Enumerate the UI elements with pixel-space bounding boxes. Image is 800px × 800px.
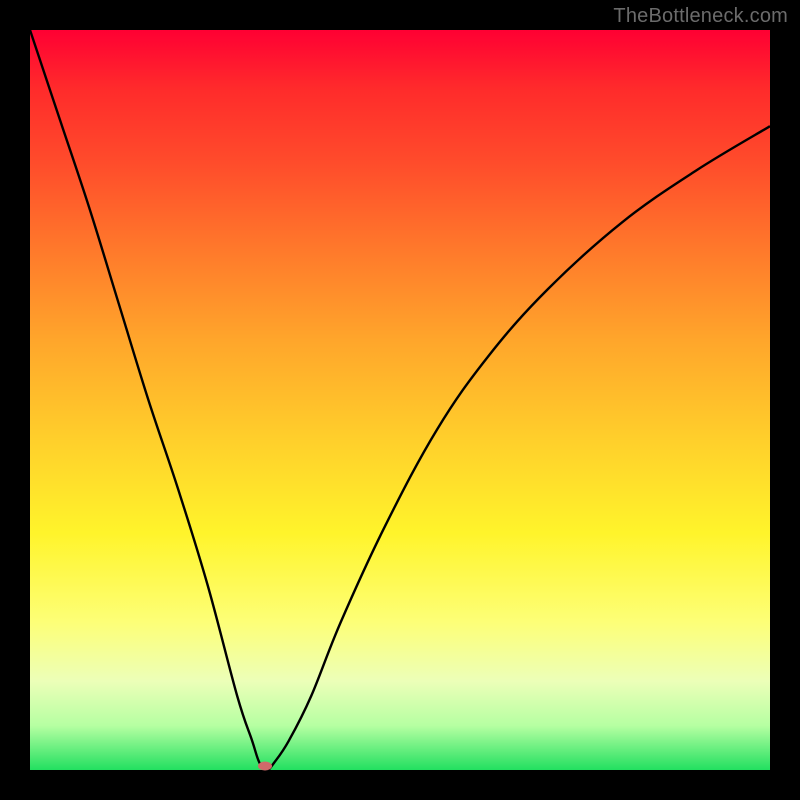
plot-area [30,30,770,770]
chart-frame: TheBottleneck.com [0,0,800,800]
valley-marker [258,762,272,771]
bottleneck-curve [30,30,770,770]
source-attribution: TheBottleneck.com [613,5,788,28]
